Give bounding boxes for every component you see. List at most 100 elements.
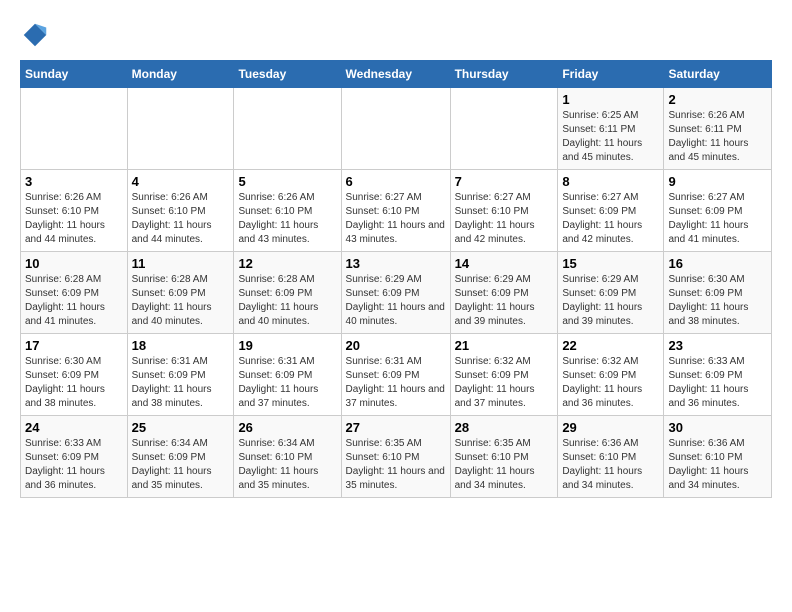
day-info: Sunrise: 6:29 AM Sunset: 6:09 PM Dayligh…: [562, 273, 659, 329]
day-info: Sunrise: 6:27 AM Sunset: 6:09 PM Dayligh…: [562, 191, 659, 247]
calendar-cell: 18 Sunrise: 6:31 AM Sunset: 6:09 PM Dayli…: [127, 334, 234, 416]
calendar-cell: 12 Sunrise: 6:28 AM Sunset: 6:09 PM Dayli…: [234, 252, 341, 334]
day-info: Sunrise: 6:31 AM Sunset: 6:09 PM Dayligh…: [132, 355, 230, 411]
day-info: Sunrise: 6:29 AM Sunset: 6:09 PM Dayligh…: [346, 273, 446, 329]
calendar-cell: [127, 88, 234, 170]
calendar-cell: 1 Sunrise: 6:25 AM Sunset: 6:11 PM Daylig…: [558, 88, 664, 170]
calendar-cell: 16 Sunrise: 6:30 AM Sunset: 6:09 PM Dayli…: [664, 252, 772, 334]
day-info: Sunrise: 6:27 AM Sunset: 6:10 PM Dayligh…: [455, 191, 554, 247]
day-number: 11: [132, 256, 230, 271]
calendar-cell: 25 Sunrise: 6:34 AM Sunset: 6:09 PM Dayli…: [127, 416, 234, 498]
day-number: 6: [346, 174, 446, 189]
calendar-table: SundayMondayTuesdayWednesdayThursdayFrid…: [20, 60, 772, 498]
day-info: Sunrise: 6:33 AM Sunset: 6:09 PM Dayligh…: [25, 437, 123, 493]
day-number: 16: [668, 256, 767, 271]
calendar-cell: 2 Sunrise: 6:26 AM Sunset: 6:11 PM Daylig…: [664, 88, 772, 170]
calendar-cell: 14 Sunrise: 6:29 AM Sunset: 6:09 PM Dayli…: [450, 252, 558, 334]
day-info: Sunrise: 6:32 AM Sunset: 6:09 PM Dayligh…: [562, 355, 659, 411]
weekday-header-wednesday: Wednesday: [341, 61, 450, 88]
calendar-cell: 27 Sunrise: 6:35 AM Sunset: 6:10 PM Dayli…: [341, 416, 450, 498]
day-info: Sunrise: 6:27 AM Sunset: 6:10 PM Dayligh…: [346, 191, 446, 247]
day-info: Sunrise: 6:35 AM Sunset: 6:10 PM Dayligh…: [455, 437, 554, 493]
day-number: 3: [25, 174, 123, 189]
day-number: 29: [562, 420, 659, 435]
calendar-cell: 22 Sunrise: 6:32 AM Sunset: 6:09 PM Dayli…: [558, 334, 664, 416]
day-number: 24: [25, 420, 123, 435]
day-number: 13: [346, 256, 446, 271]
day-info: Sunrise: 6:26 AM Sunset: 6:11 PM Dayligh…: [668, 109, 767, 165]
calendar-cell: 21 Sunrise: 6:32 AM Sunset: 6:09 PM Dayli…: [450, 334, 558, 416]
weekday-header-friday: Friday: [558, 61, 664, 88]
weekday-header-saturday: Saturday: [664, 61, 772, 88]
day-info: Sunrise: 6:27 AM Sunset: 6:09 PM Dayligh…: [668, 191, 767, 247]
calendar-cell: 5 Sunrise: 6:26 AM Sunset: 6:10 PM Daylig…: [234, 170, 341, 252]
day-number: 21: [455, 338, 554, 353]
day-info: Sunrise: 6:34 AM Sunset: 6:10 PM Dayligh…: [238, 437, 336, 493]
day-info: Sunrise: 6:32 AM Sunset: 6:09 PM Dayligh…: [455, 355, 554, 411]
day-number: 22: [562, 338, 659, 353]
day-info: Sunrise: 6:31 AM Sunset: 6:09 PM Dayligh…: [346, 355, 446, 411]
day-number: 20: [346, 338, 446, 353]
calendar-cell: 4 Sunrise: 6:26 AM Sunset: 6:10 PM Daylig…: [127, 170, 234, 252]
logo-icon: [20, 20, 50, 50]
day-number: 25: [132, 420, 230, 435]
calendar-cell: 9Sunrise: 6:27 AM Sunset: 6:09 PM Daylig…: [664, 170, 772, 252]
calendar-cell: 23 Sunrise: 6:33 AM Sunset: 6:09 PM Dayli…: [664, 334, 772, 416]
day-info: Sunrise: 6:28 AM Sunset: 6:09 PM Dayligh…: [132, 273, 230, 329]
day-number: 2: [668, 92, 767, 107]
day-number: 7: [455, 174, 554, 189]
day-number: 1: [562, 92, 659, 107]
weekday-header-monday: Monday: [127, 61, 234, 88]
day-number: 27: [346, 420, 446, 435]
day-info: Sunrise: 6:26 AM Sunset: 6:10 PM Dayligh…: [25, 191, 123, 247]
calendar-cell: 26 Sunrise: 6:34 AM Sunset: 6:10 PM Dayli…: [234, 416, 341, 498]
calendar-cell: [450, 88, 558, 170]
day-number: 14: [455, 256, 554, 271]
day-info: Sunrise: 6:35 AM Sunset: 6:10 PM Dayligh…: [346, 437, 446, 493]
header: [20, 20, 772, 50]
calendar-cell: 6 Sunrise: 6:27 AM Sunset: 6:10 PM Daylig…: [341, 170, 450, 252]
calendar-cell: 30Sunrise: 6:36 AM Sunset: 6:10 PM Dayli…: [664, 416, 772, 498]
day-info: Sunrise: 6:25 AM Sunset: 6:11 PM Dayligh…: [562, 109, 659, 165]
day-number: 19: [238, 338, 336, 353]
day-number: 4: [132, 174, 230, 189]
day-info: Sunrise: 6:26 AM Sunset: 6:10 PM Dayligh…: [238, 191, 336, 247]
day-info: Sunrise: 6:28 AM Sunset: 6:09 PM Dayligh…: [25, 273, 123, 329]
calendar-cell: [21, 88, 128, 170]
day-info: Sunrise: 6:36 AM Sunset: 6:10 PM Dayligh…: [562, 437, 659, 493]
weekday-header-thursday: Thursday: [450, 61, 558, 88]
day-info: Sunrise: 6:31 AM Sunset: 6:09 PM Dayligh…: [238, 355, 336, 411]
calendar-cell: 10 Sunrise: 6:28 AM Sunset: 6:09 PM Dayli…: [21, 252, 128, 334]
day-number: 28: [455, 420, 554, 435]
day-number: 17: [25, 338, 123, 353]
weekday-header-tuesday: Tuesday: [234, 61, 341, 88]
calendar-cell: 15 Sunrise: 6:29 AM Sunset: 6:09 PM Dayli…: [558, 252, 664, 334]
day-number: 23: [668, 338, 767, 353]
calendar-cell: 17 Sunrise: 6:30 AM Sunset: 6:09 PM Dayli…: [21, 334, 128, 416]
day-info: Sunrise: 6:30 AM Sunset: 6:09 PM Dayligh…: [25, 355, 123, 411]
day-number: 26: [238, 420, 336, 435]
calendar-cell: [341, 88, 450, 170]
day-number: 15: [562, 256, 659, 271]
day-info: Sunrise: 6:36 AM Sunset: 6:10 PM Dayligh…: [668, 437, 767, 493]
calendar-cell: 3 Sunrise: 6:26 AM Sunset: 6:10 PM Daylig…: [21, 170, 128, 252]
calendar-cell: 20 Sunrise: 6:31 AM Sunset: 6:09 PM Dayli…: [341, 334, 450, 416]
day-info: Sunrise: 6:26 AM Sunset: 6:10 PM Dayligh…: [132, 191, 230, 247]
day-number: 10: [25, 256, 123, 271]
day-info: Sunrise: 6:30 AM Sunset: 6:09 PM Dayligh…: [668, 273, 767, 329]
calendar-cell: 24 Sunrise: 6:33 AM Sunset: 6:09 PM Dayli…: [21, 416, 128, 498]
day-info: Sunrise: 6:29 AM Sunset: 6:09 PM Dayligh…: [455, 273, 554, 329]
calendar-cell: [234, 88, 341, 170]
logo: [20, 20, 54, 50]
day-info: Sunrise: 6:33 AM Sunset: 6:09 PM Dayligh…: [668, 355, 767, 411]
day-info: Sunrise: 6:34 AM Sunset: 6:09 PM Dayligh…: [132, 437, 230, 493]
calendar-cell: 7 Sunrise: 6:27 AM Sunset: 6:10 PM Daylig…: [450, 170, 558, 252]
calendar-cell: 13 Sunrise: 6:29 AM Sunset: 6:09 PM Dayli…: [341, 252, 450, 334]
calendar-cell: 19 Sunrise: 6:31 AM Sunset: 6:09 PM Dayli…: [234, 334, 341, 416]
day-number: 18: [132, 338, 230, 353]
day-number: 8: [562, 174, 659, 189]
day-number: 12: [238, 256, 336, 271]
day-number: 5: [238, 174, 336, 189]
day-info: Sunrise: 6:28 AM Sunset: 6:09 PM Dayligh…: [238, 273, 336, 329]
calendar-cell: 11 Sunrise: 6:28 AM Sunset: 6:09 PM Dayli…: [127, 252, 234, 334]
